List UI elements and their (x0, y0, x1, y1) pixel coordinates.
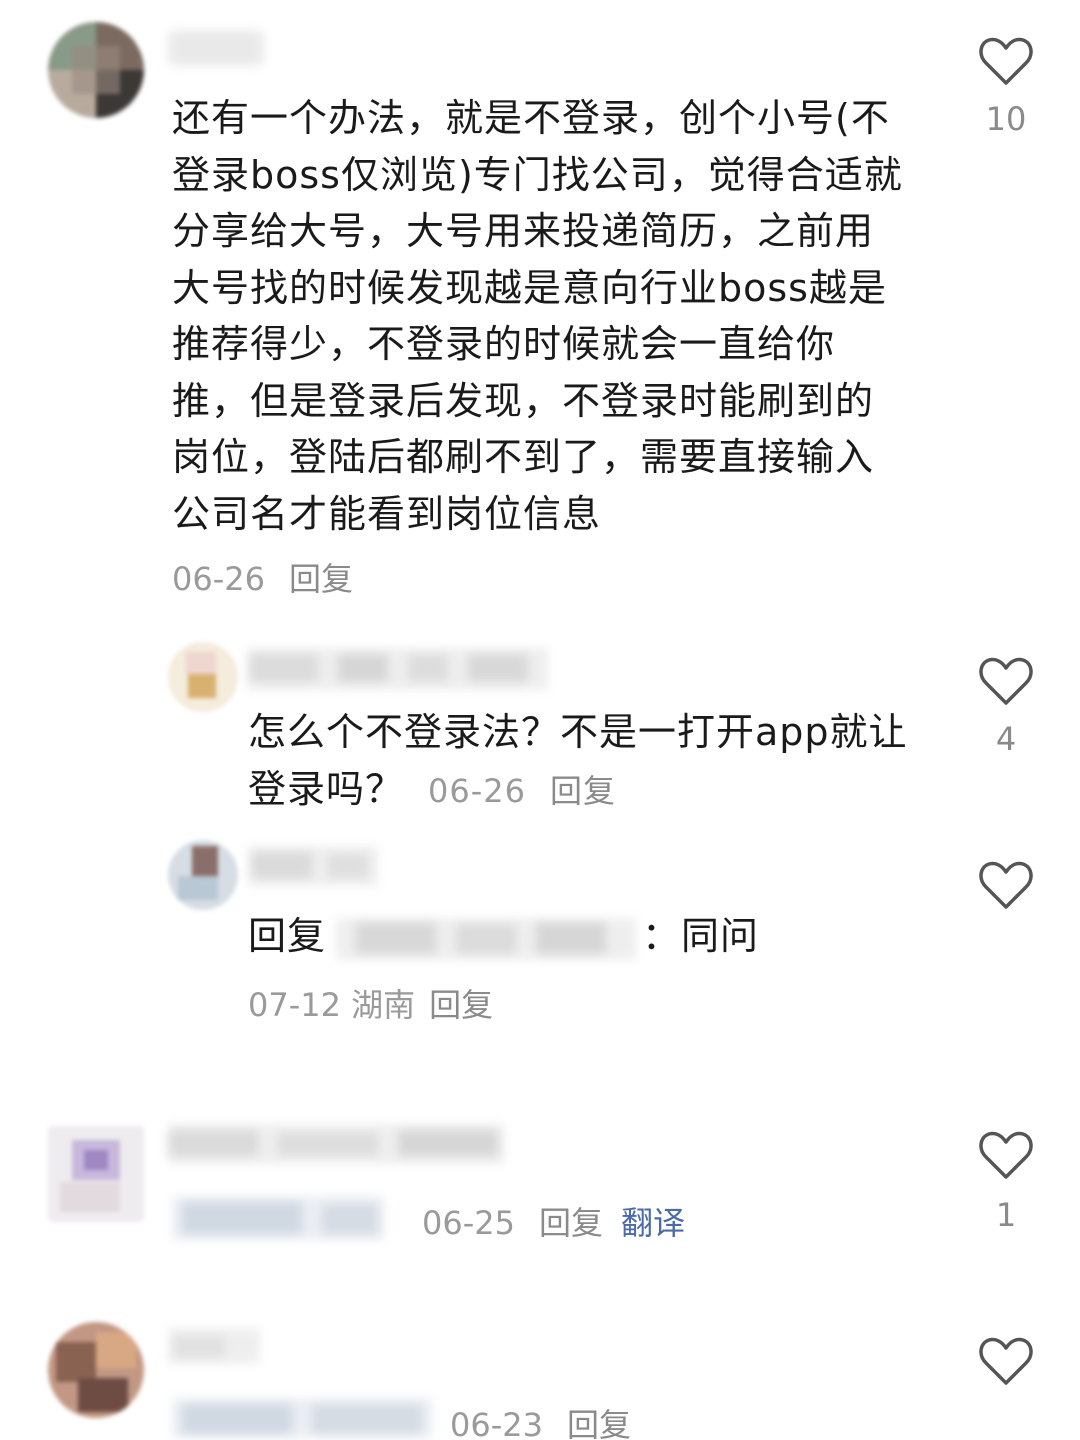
comment-meta: 06-26 回复 (172, 554, 353, 600)
username-blurred[interactable] (168, 30, 264, 66)
like-button[interactable] (977, 36, 1035, 88)
comment-text-blurred (172, 1398, 432, 1438)
reply-text-block: 怎么个不登录法？不是一打开app就让登录吗？ 06-26 回复 (248, 704, 918, 819)
reply-button[interactable]: 回复 (429, 986, 493, 1024)
username-blurred[interactable] (168, 1328, 260, 1364)
username-blurred[interactable] (248, 846, 378, 886)
like-count: 1 (995, 1196, 1017, 1234)
mentioned-user-blurred[interactable] (336, 917, 637, 960)
comment-list: 还有一个办法，就是不登录，创个小号(不登录boss仅浏览)专门找公司，觉得合适就… (0, 0, 1080, 1440)
avatar[interactable] (48, 22, 144, 118)
avatar[interactable] (168, 840, 238, 910)
heart-outline-icon (979, 657, 1033, 705)
comment-meta: 06-23 回复 (450, 1400, 631, 1440)
avatar[interactable] (48, 1126, 144, 1222)
like-button[interactable] (977, 1130, 1035, 1182)
like-button[interactable] (977, 1336, 1035, 1388)
like-count: 4 (995, 720, 1017, 758)
reply-prefix: 回复 (248, 914, 327, 958)
username-blurred[interactable] (248, 648, 548, 690)
comment-text-blurred (172, 1196, 384, 1240)
heart-outline-icon (979, 1131, 1033, 1179)
avatar[interactable] (168, 642, 238, 712)
like-button[interactable] (977, 860, 1035, 912)
username-blurred[interactable] (168, 1124, 504, 1164)
comment-meta: 06-25 回复 翻译 (422, 1198, 685, 1244)
avatar[interactable] (48, 1322, 144, 1418)
reply-date: 07-12 (248, 986, 341, 1024)
comment-date: 06-26 (172, 560, 265, 598)
reply-date: 06-26 (428, 771, 526, 810)
reply-button[interactable]: 回复 (539, 1204, 603, 1242)
reply-text-block: 回复 ：同问 (248, 908, 918, 965)
reply-location: 湖南 (351, 986, 416, 1024)
like-count: 10 (985, 100, 1027, 138)
heart-outline-icon (979, 861, 1033, 909)
heart-outline-icon (979, 37, 1033, 85)
translate-button[interactable]: 翻译 (621, 1204, 685, 1242)
reply-button[interactable]: 回复 (550, 772, 616, 810)
heart-outline-icon (979, 1337, 1033, 1385)
like-button[interactable] (977, 656, 1035, 708)
reply-button[interactable]: 回复 (567, 1406, 631, 1440)
reply-meta: 07-12 湖南 回复 (248, 980, 493, 1026)
comment-date: 06-25 (422, 1204, 515, 1242)
reply-suffix: ：同问 (642, 914, 760, 958)
comment-text: 还有一个办法，就是不登录，创个小号(不登录boss仅浏览)专门找公司，觉得合适就… (172, 96, 903, 536)
reply-button[interactable]: 回复 (289, 560, 353, 598)
comment-date: 06-23 (450, 1406, 543, 1440)
